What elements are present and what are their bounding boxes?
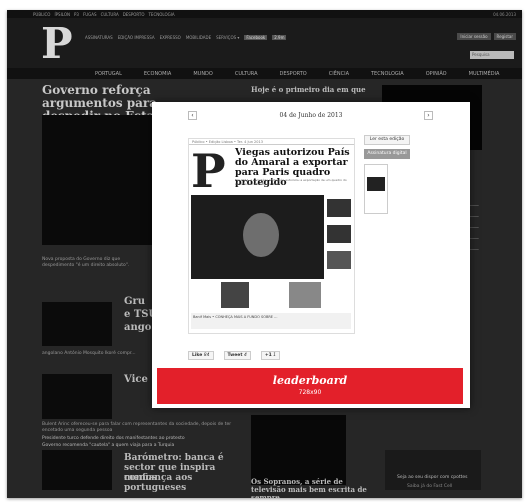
masthead-link[interactable]: EXPRESSO [160, 35, 181, 40]
cover-stories [191, 281, 324, 311]
masthead-link[interactable]: EDIÇÃO IMPRESSA [118, 35, 155, 40]
nav-mundo[interactable]: MUNDO [193, 71, 213, 77]
login-button[interactable]: Iniciar sessão [457, 33, 491, 40]
tweet-button[interactable]: Tweet 4 [223, 351, 251, 360]
ad-subtext: Saiba já do Fast Cell [407, 484, 453, 489]
topbar-item[interactable]: DESPORTO [123, 12, 145, 17]
topbar-item[interactable]: PÚBLICO [33, 12, 50, 17]
read-edition-button[interactable]: Ler esta edição [364, 135, 410, 145]
story-title[interactable]: ango [124, 322, 151, 333]
leaderboard-ad[interactable]: leaderboard 728x90 [157, 368, 463, 404]
register-button[interactable]: Registar [493, 33, 516, 40]
gplus-label: +1 [264, 353, 272, 358]
topbar-item[interactable]: FUGAS [83, 12, 97, 17]
masthead: P ASSINATURAS EDIÇÃO IMPRESSA EXPRESSO M… [7, 18, 522, 68]
nav-cultura[interactable]: CULTURA [235, 71, 258, 77]
cover-lead: Em 2011, o secretário português autorizo… [235, 178, 347, 186]
cover-thumb [221, 282, 249, 308]
like-label: Like [192, 353, 203, 358]
browser-page: PÚBLICO ÍPSILON P3 FUGAS CULTURA DESPORT… [7, 10, 522, 498]
facebook-count: 2.9m [272, 35, 287, 40]
story-photo[interactable] [42, 302, 112, 346]
cover-photo [191, 195, 324, 279]
topbar-item[interactable]: P3 [74, 12, 79, 17]
cover-side-column [325, 195, 353, 279]
publico-logo[interactable]: P [41, 23, 73, 65]
story-caption: angolano António Mosquito Ikoré compr... [42, 351, 136, 356]
tweet-count: 4 [243, 353, 247, 358]
nav-multimedia[interactable]: MULTIMÉDIA [469, 71, 500, 77]
masthead-links: ASSINATURAS EDIÇÃO IMPRESSA EXPRESSO MOB… [85, 35, 287, 40]
facebook-like-button[interactable]: Like 84 [188, 351, 214, 360]
story-title[interactable]: Vice [124, 374, 148, 385]
lead-caption: Nova proposta do Governo diz que despedi… [42, 257, 130, 268]
cover-thumb [289, 282, 321, 308]
social-bar: Like 84 Tweet 4 +1 1 [188, 351, 281, 360]
story-title[interactable]: Os Sopranos, a série de televisão mais b… [251, 478, 371, 499]
nav-ciencia[interactable]: CIÊNCIA [329, 71, 349, 77]
nav-economia[interactable]: ECONOMIA [144, 71, 171, 77]
search-input[interactable]: Pesquisa [470, 51, 514, 59]
nav-tecnologia[interactable]: TECNOLOGIA [371, 71, 404, 77]
edition-date: 04 de Junho de 2013 [279, 112, 343, 119]
cover-thumb [327, 225, 351, 243]
masthead-link[interactable]: ASSINATURAS [85, 35, 113, 40]
main-nav: PORTUGAL ECONOMIA MUNDO CULTURA DESPORTO… [7, 68, 522, 79]
digital-subscription-button[interactable]: Assinatura digital [364, 149, 410, 159]
secondary-headline[interactable]: Hoje é o primeiro dia em que [251, 85, 366, 94]
edition-cover[interactable]: Público • Edição Lisboa • Ter. 4 Jun 201… [188, 138, 355, 334]
story-title[interactable]: confiança aos portugueses [124, 473, 242, 493]
bullet-link[interactable]: Presidente turco defende direito dos man… [42, 436, 185, 441]
topbar-item[interactable]: ÍPSILON [54, 12, 70, 17]
top-bar: PÚBLICO ÍPSILON P3 FUGAS CULTURA DESPORT… [7, 10, 522, 18]
nav-opiniao[interactable]: OPINIÃO [426, 71, 447, 77]
leaderboard-label: leaderboard [272, 374, 348, 387]
masthead-link[interactable]: MOBILIDADE [186, 35, 211, 40]
cover-thumb [327, 199, 351, 217]
user-buttons: Iniciar sessão Registar [457, 33, 516, 40]
google-plus-button[interactable]: +1 1 [260, 351, 281, 360]
nav-desporto[interactable]: DESPORTO [280, 71, 307, 77]
facebook-button[interactable]: Facebook [244, 35, 268, 40]
story-text: Bulent Arinc ofereceu-se para falar com … [42, 422, 232, 433]
topbar-item[interactable]: TECNOLOGIA [148, 12, 174, 17]
topbar-item[interactable]: CULTURA [101, 12, 119, 17]
masthead-link[interactable]: SERVIÇOS ▾ [216, 35, 239, 40]
story-photo[interactable] [251, 415, 346, 485]
story-title[interactable]: Gru [124, 296, 145, 307]
next-date-button[interactable]: › [424, 111, 433, 120]
story-photo[interactable] [42, 374, 112, 419]
like-count: 84 [203, 353, 210, 358]
story-photo[interactable] [42, 450, 112, 490]
cover-ad: Banif Mais • CONHEÇA MAIS A FUNDO SOBRE … [191, 313, 351, 329]
tweet-label: Tweet [227, 353, 243, 358]
cover-photo-face [243, 213, 279, 257]
leaderboard-size: 728x90 [298, 389, 322, 396]
edition-thumbnail[interactable] [364, 164, 388, 214]
cover-logo: P [191, 144, 226, 198]
cover-thumb [327, 251, 351, 269]
edition-modal: ‹ 04 de Junho de 2013 › Público • Edição… [152, 102, 470, 408]
nav-portugal[interactable]: PORTUGAL [95, 71, 122, 77]
topbar-date: 04.06.2013 [493, 12, 516, 17]
lead-photo[interactable] [42, 115, 154, 245]
bullet-link[interactable]: Governo recomenda "cautela" a quem viaja… [42, 443, 174, 448]
ad-text: Seja ao seu dispor com cpottes [397, 475, 468, 480]
gplus-count: 1 [273, 353, 277, 358]
